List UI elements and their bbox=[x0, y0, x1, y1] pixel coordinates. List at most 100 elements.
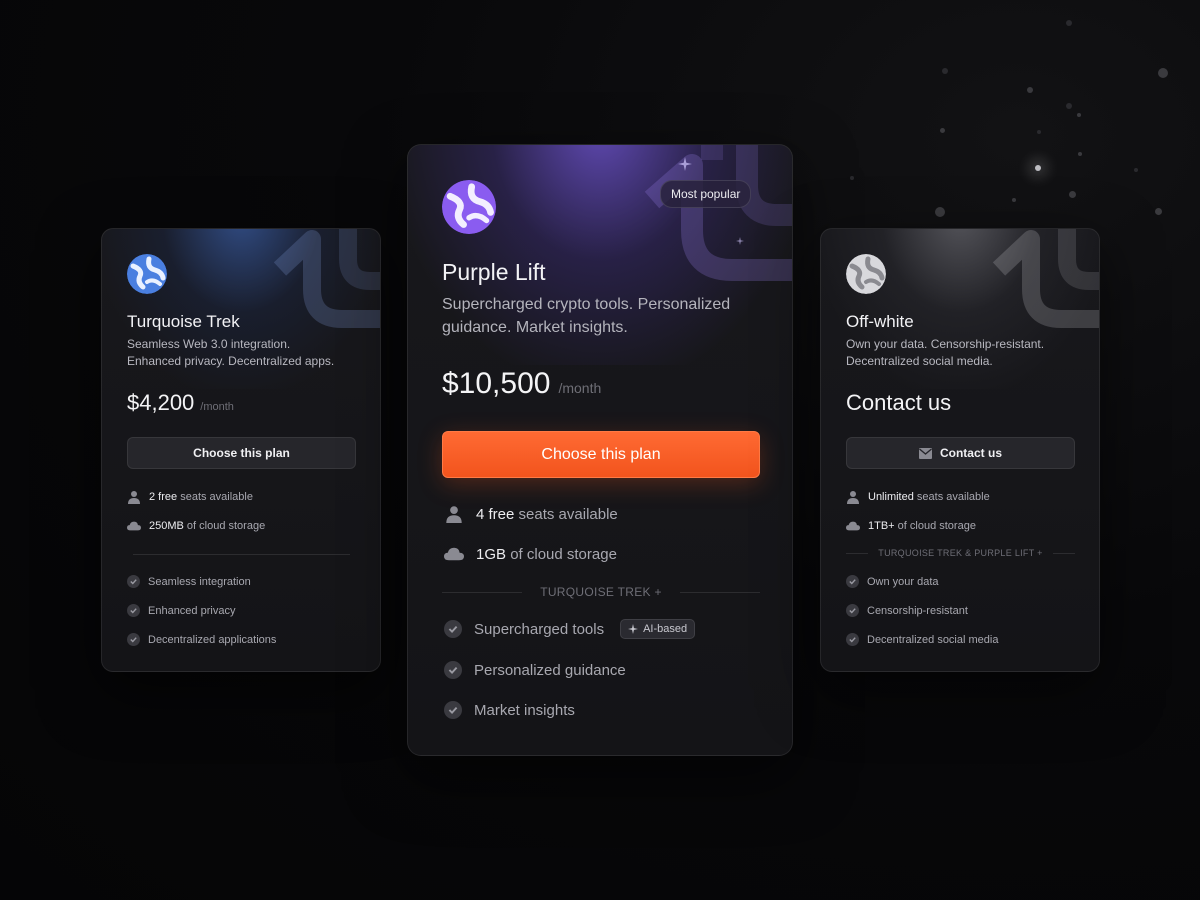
choose-plan-button[interactable]: Choose this plan bbox=[127, 437, 356, 469]
seats-text: seats available bbox=[180, 491, 253, 503]
seats-text: seats available bbox=[518, 505, 618, 523]
storage-value: 1GB bbox=[476, 545, 507, 563]
feature-label: Seamless integration bbox=[148, 575, 251, 588]
divider-line bbox=[442, 591, 523, 593]
plan-description-line: guidance. Market insights. bbox=[442, 319, 628, 336]
background-particle bbox=[935, 207, 945, 217]
seats-row: 4 free seats available bbox=[444, 504, 618, 524]
sparkle-icon bbox=[736, 237, 744, 245]
feature-label: Supercharged tools bbox=[474, 620, 605, 638]
storage-row: 250MB of cloud storage bbox=[127, 519, 265, 533]
check-icon bbox=[846, 575, 859, 588]
divider bbox=[133, 554, 350, 555]
check-icon bbox=[127, 575, 140, 588]
feature-item: Decentralized social media bbox=[846, 633, 998, 646]
check-icon bbox=[444, 661, 462, 679]
seats-value: 4 free bbox=[476, 505, 515, 523]
background-particle bbox=[1037, 130, 1041, 134]
check-icon bbox=[444, 701, 462, 719]
plan-name: Turquoise Trek bbox=[127, 312, 240, 331]
plan-logo bbox=[127, 254, 167, 294]
price-amount: $10,500 bbox=[442, 367, 551, 400]
seats-value: 2 free bbox=[149, 491, 178, 503]
seats-row: 2 free seats available bbox=[127, 490, 253, 504]
plan-description-line: Enhanced privacy. Decentralized apps. bbox=[127, 354, 335, 368]
feature-item: Own your data bbox=[846, 575, 939, 588]
ai-based-tag: AI-based bbox=[620, 619, 696, 639]
feature-item: Enhanced privacy bbox=[127, 604, 235, 617]
storage-value: 1TB+ bbox=[868, 520, 895, 532]
cloud-icon bbox=[127, 519, 141, 533]
background-particle bbox=[1012, 198, 1016, 202]
plan-card-off-white: Off-white Own your data. Censorship-resi… bbox=[820, 228, 1100, 672]
background-particle bbox=[1069, 191, 1076, 198]
feature-label: Personalized guidance bbox=[474, 661, 626, 679]
plan-price: $4,200 /month bbox=[127, 390, 234, 416]
plan-description-line: Own your data. Censorship-resistant. bbox=[846, 337, 1045, 351]
storage-text: of cloud storage bbox=[510, 545, 617, 563]
divider-line bbox=[679, 591, 761, 593]
feature-label: Decentralized social media bbox=[867, 633, 999, 646]
feature-label: Censorship-resistant bbox=[867, 604, 968, 617]
check-icon bbox=[846, 633, 859, 646]
background-particle bbox=[1027, 87, 1033, 93]
feature-item: Personalized guidance bbox=[444, 661, 626, 679]
feature-item: Supercharged tools AI-based bbox=[444, 619, 696, 639]
seats-value: Unlimited bbox=[868, 491, 914, 503]
storage-row: 1GB of cloud storage bbox=[444, 544, 617, 564]
contact-us-label: Contact us bbox=[939, 446, 1002, 460]
plan-logo bbox=[442, 180, 496, 234]
feature-label: Market insights bbox=[474, 701, 575, 719]
background-particle bbox=[850, 176, 854, 180]
storage-row: 1TB+ of cloud storage bbox=[846, 519, 976, 533]
plan-description: Seamless Web 3.0 integration. Enhanced p… bbox=[127, 336, 334, 370]
background-particle bbox=[1066, 103, 1072, 109]
sparkle-icon bbox=[678, 157, 692, 171]
feature-item: Seamless integration bbox=[127, 575, 251, 588]
plan-card-turquoise-trek: Turquoise Trek Seamless Web 3.0 integrat… bbox=[101, 228, 381, 672]
plan-description: Own your data. Censorship-resistant. Dec… bbox=[846, 336, 1044, 370]
plan-description-line: Supercharged crypto tools. Personalized bbox=[442, 296, 731, 313]
background-particle bbox=[1078, 152, 1082, 156]
storage-text: of cloud storage bbox=[897, 520, 976, 532]
plan-name: Purple Lift bbox=[442, 259, 546, 285]
background-particle bbox=[942, 68, 948, 74]
feature-item: Market insights bbox=[444, 701, 575, 719]
storage-text: of cloud storage bbox=[186, 520, 266, 532]
background-particle bbox=[1134, 168, 1138, 172]
divider-line bbox=[1052, 552, 1075, 554]
divider-line bbox=[846, 552, 869, 554]
contact-us-button[interactable]: Contact us bbox=[846, 437, 1075, 469]
feature-label: Enhanced privacy bbox=[148, 604, 236, 617]
price-period: /month bbox=[558, 380, 602, 396]
feature-label: Own your data bbox=[867, 575, 939, 588]
mail-icon bbox=[918, 447, 932, 459]
user-icon bbox=[444, 504, 464, 524]
storage-value: 250MB bbox=[149, 520, 184, 532]
background-particle bbox=[1155, 208, 1162, 215]
check-icon bbox=[127, 604, 140, 617]
user-icon bbox=[846, 490, 860, 504]
background-particle bbox=[1158, 68, 1168, 78]
includes-divider: TURQUOISE TREK & PURPLE LIFT + bbox=[846, 548, 1075, 558]
seats-text: seats available bbox=[916, 491, 990, 503]
includes-divider: TURQUOISE TREK + bbox=[442, 585, 761, 599]
background-glow-particle bbox=[1035, 165, 1041, 171]
price-amount: $4,200 bbox=[127, 390, 195, 415]
background-particle bbox=[940, 128, 945, 133]
cloud-icon bbox=[846, 519, 860, 533]
choose-plan-button[interactable]: Choose this plan bbox=[442, 431, 760, 478]
feature-item: Decentralized applications bbox=[127, 633, 276, 646]
check-icon bbox=[444, 620, 462, 638]
includes-label: TURQUOISE TREK + bbox=[540, 585, 662, 599]
price-amount: Contact us bbox=[846, 390, 952, 415]
check-icon bbox=[846, 604, 859, 617]
price-period: /month bbox=[200, 401, 234, 413]
most-popular-badge: Most popular bbox=[660, 180, 752, 208]
plan-description: Supercharged crypto tools. Personalized … bbox=[442, 293, 730, 339]
plan-description-line: Seamless Web 3.0 integration. bbox=[127, 337, 291, 351]
plan-price: $10,500 /month bbox=[442, 367, 601, 401]
tag-label: AI-based bbox=[643, 623, 688, 635]
plan-price: Contact us bbox=[846, 390, 951, 416]
includes-label: TURQUOISE TREK & PURPLE LIFT + bbox=[878, 548, 1043, 558]
